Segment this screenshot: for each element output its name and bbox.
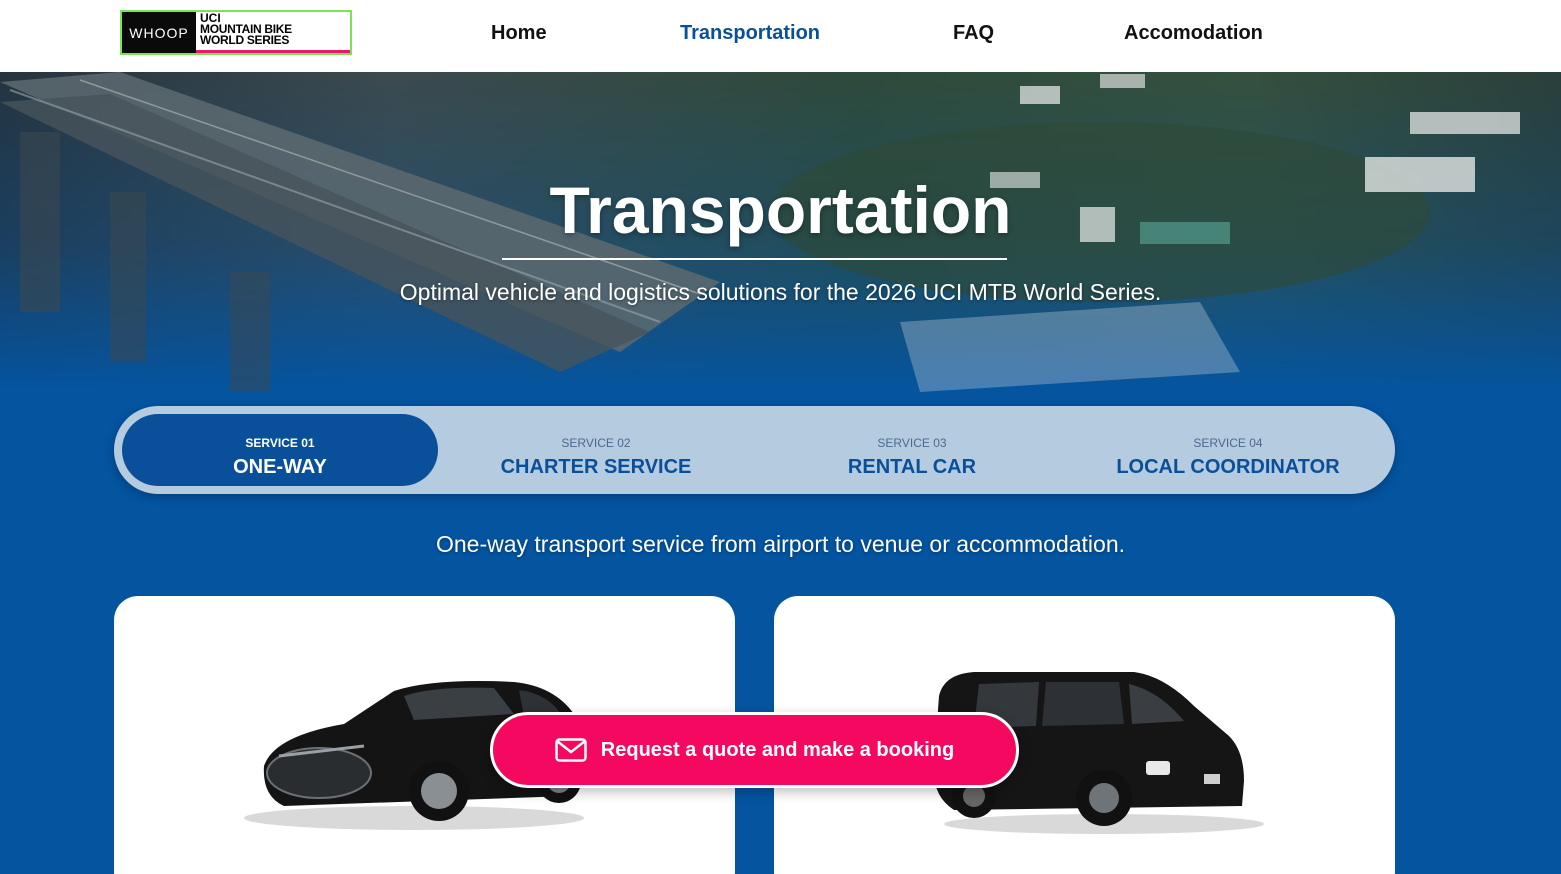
page-subtitle: Optimal vehicle and logistics solutions … [399,279,1162,305]
page-title: Transportation [549,173,1012,247]
nav-transportation[interactable]: Transportation [680,22,820,45]
hero-banner: Transportation Optimal vehicle and logis… [0,72,1561,392]
nav-faq[interactable]: FAQ [953,22,994,45]
mail-icon [555,738,587,762]
tab-number: SERVICE 02 [561,436,631,450]
tab-number: SERVICE 04 [1193,436,1263,450]
tab-local-coordinator[interactable]: SERVICE 04 LOCAL COORDINATOR [1070,414,1386,486]
tab-label: ONE-WAY [233,456,327,478]
tab-label: LOCAL COORDINATOR [1116,456,1340,478]
brand-logo[interactable]: WHOOP UCI MOUNTAIN BIKE WORLD SERIES [120,10,352,55]
request-quote-button[interactable]: Request a quote and make a booking [490,712,1019,788]
tab-label: CHARTER SERVICE [500,456,692,478]
whoop-logo: WHOOP [122,12,196,53]
tab-rental-car[interactable]: SERVICE 03 RENTAL CAR [754,414,1070,486]
service-tabs: SERVICE 01 ONE-WAY SERVICE 02 CHARTER SE… [114,406,1395,494]
title-divider [502,258,1007,260]
service-description: One-way transport service from airport t… [435,531,1125,557]
nav-accomodation[interactable]: Accomodation [1124,22,1263,45]
nav-home[interactable]: Home [491,22,547,45]
site-header: WHOOP UCI MOUNTAIN BIKE WORLD SERIES Hom… [0,0,1561,72]
tab-number: SERVICE 03 [877,436,947,450]
tab-one-way[interactable]: SERVICE 01 ONE-WAY [122,414,438,486]
request-quote-label: Request a quote and make a booking [600,738,955,761]
tab-label: RENTAL CAR [847,456,977,478]
tab-charter-service[interactable]: SERVICE 02 CHARTER SERVICE [438,414,754,486]
tab-number: SERVICE 01 [245,436,315,450]
uci-logo: UCI MOUNTAIN BIKE WORLD SERIES [196,12,350,53]
